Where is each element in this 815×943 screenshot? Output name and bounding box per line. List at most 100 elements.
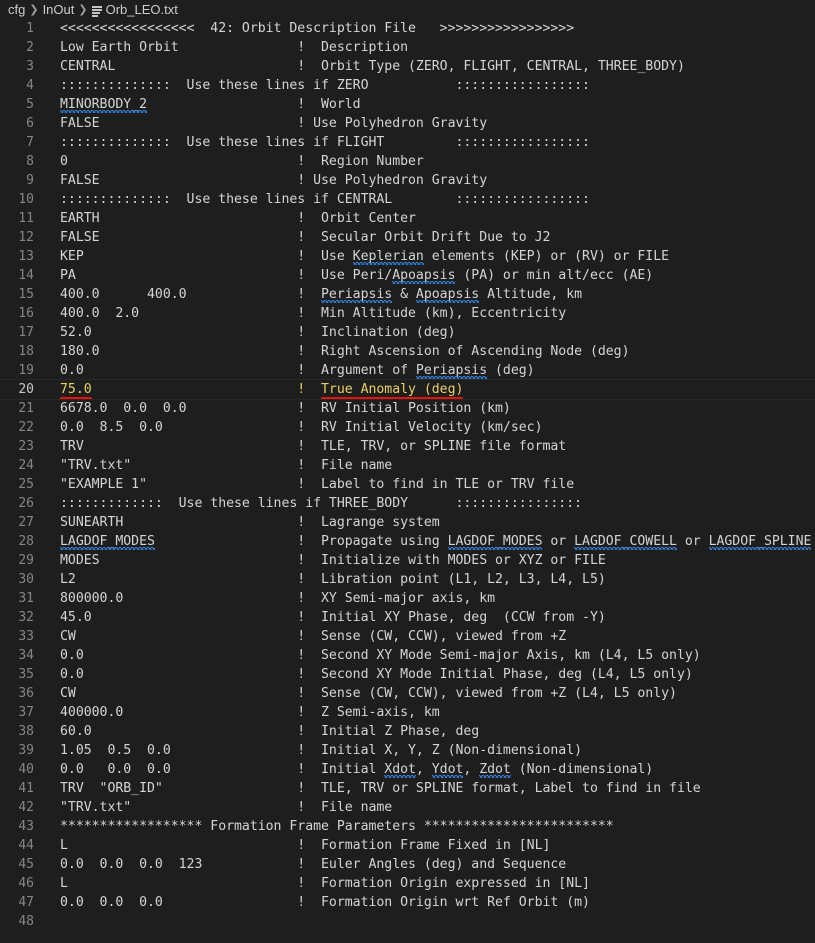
- line-text[interactable]: 0.0 ! Second XY Mode Initial Phase, deg …: [60, 665, 693, 684]
- line-text[interactable]: 400000.0 ! Z Semi-axis, km: [60, 703, 440, 722]
- breadcrumb-item-inout[interactable]: InOut: [43, 2, 75, 17]
- line-text[interactable]: 60.0 ! Initial Z Phase, deg: [60, 722, 479, 741]
- line-text[interactable]: ****************** Formation Frame Param…: [60, 817, 614, 836]
- line-text[interactable]: 0.0 0.0 0.0 ! Formation Origin wrt Ref O…: [60, 893, 590, 912]
- line-text[interactable]: "EXAMPLE 1" ! Label to find in TLE or TR…: [60, 475, 574, 494]
- line-number: 12: [18, 230, 34, 245]
- line-text[interactable]: :::::::::::::: Use these lines if ZERO :…: [60, 76, 590, 95]
- editor-line[interactable]: 5 MINORBODY_2 ! World: [0, 95, 815, 114]
- editor-line[interactable]: 36 CW ! Sense (CW, CCW), viewed from +Z (…: [0, 684, 815, 703]
- line-number: 9: [26, 173, 34, 188]
- line-text[interactable]: 0 ! Region Number: [60, 152, 424, 171]
- line-text[interactable]: L ! Formation Origin expressed in [NL]: [60, 874, 590, 893]
- editor-line[interactable]: 26::::::::::::: Use these lines if THREE…: [0, 494, 815, 513]
- editor-line[interactable]: 6 FALSE ! Use Polyhedron Gravity: [0, 114, 815, 133]
- editor-line[interactable]: 9 FALSE ! Use Polyhedron Gravity: [0, 171, 815, 190]
- line-number: 7: [26, 135, 34, 150]
- editor-line[interactable]: 20 75.0 ! True Anomaly (deg): [0, 379, 815, 400]
- editor-line[interactable]: 29 MODES ! Initialize with MODES or XYZ o…: [0, 551, 815, 570]
- editor-line[interactable]: 7:::::::::::::: Use these lines if FLIGH…: [0, 133, 815, 152]
- editor-line[interactable]: 4:::::::::::::: Use these lines if ZERO …: [0, 76, 815, 95]
- breadcrumb-item-file[interactable]: Orb_LEO.txt: [106, 2, 178, 17]
- line-text[interactable]: TRV "ORB_ID" ! TLE, TRV or SPLINE format…: [60, 779, 701, 798]
- line-text[interactable]: <<<<<<<<<<<<<<<<< 42: Orbit Description …: [60, 19, 574, 38]
- editor-line[interactable]: 33 CW ! Sense (CW, CCW), viewed from +Z: [0, 627, 815, 646]
- line-text[interactable]: SUNEARTH ! Lagrange system: [60, 513, 440, 532]
- editor-line[interactable]: 44 L ! Formation Frame Fixed in [NL]: [0, 836, 815, 855]
- spelling-squiggle: [384, 775, 416, 778]
- editor-line[interactable]: 35 0.0 ! Second XY Mode Initial Phase, de…: [0, 665, 815, 684]
- line-text[interactable]: "TRV.txt" ! File name: [60, 798, 392, 817]
- line-text[interactable]: 800000.0 ! XY Semi-major axis, km: [60, 589, 495, 608]
- line-text[interactable]: 0.0 ! Second XY Mode Semi-major Axis, km…: [60, 646, 701, 665]
- line-text[interactable]: FALSE ! Secular Orbit Drift Due to J2: [60, 228, 550, 247]
- editor-line[interactable]: 2 Low Earth Orbit ! Description: [0, 38, 815, 57]
- editor-line[interactable]: 34 0.0 ! Second XY Mode Semi-major Axis, …: [0, 646, 815, 665]
- line-text[interactable]: 0.0 8.5 0.0 ! RV Initial Velocity (km/se…: [60, 418, 543, 437]
- editor-line[interactable]: 1 <<<<<<<<<<<<<<<<< 42: Orbit Description…: [0, 19, 815, 38]
- line-text[interactable]: L ! Formation Frame Fixed in [NL]: [60, 836, 550, 855]
- line-number: 31: [18, 591, 34, 606]
- editor-line[interactable]: 11 EARTH ! Orbit Center: [0, 209, 815, 228]
- line-text[interactable]: Low Earth Orbit ! Description: [60, 38, 408, 57]
- editor-line[interactable]: 31 800000.0 ! XY Semi-major axis, km: [0, 589, 815, 608]
- editor-line[interactable]: 38 60.0 ! Initial Z Phase, deg: [0, 722, 815, 741]
- line-text[interactable]: :::::::::::::: Use these lines if CENTRA…: [60, 190, 590, 209]
- line-text[interactable]: 0.0 0.0 0.0 123 ! Euler Angles (deg) and…: [60, 855, 566, 874]
- editor-line[interactable]: 28 LAGDOF_MODES ! Propagate using LAGDOF_…: [0, 532, 815, 551]
- line-text[interactable]: TRV ! TLE, TRV, or SPLINE file format: [60, 437, 566, 456]
- line-text[interactable]: 1.05 0.5 0.0 ! Initial X, Y, Z (Non-dime…: [60, 741, 582, 760]
- line-text[interactable]: 180.0 ! Right Ascension of Ascending Nod…: [60, 342, 630, 361]
- editor-line[interactable]: 39 1.05 0.5 0.0 ! Initial X, Y, Z (Non-di…: [0, 741, 815, 760]
- editor-line[interactable]: 15 400.0 400.0 ! Periapsis & Apoapsis Alt…: [0, 285, 815, 304]
- line-text[interactable]: 6678.0 0.0 0.0 ! RV Initial Position (km…: [60, 399, 511, 418]
- editor-line[interactable]: 41 TRV "ORB_ID" ! TLE, TRV or SPLINE form…: [0, 779, 815, 798]
- line-number: 14: [18, 268, 34, 283]
- line-text[interactable]: MODES ! Initialize with MODES or XYZ or …: [60, 551, 606, 570]
- editor-line[interactable]: 45 0.0 0.0 0.0 123 ! Euler Angles (deg) a…: [0, 855, 815, 874]
- editor-line[interactable]: 48: [0, 912, 815, 931]
- line-text[interactable]: CW ! Sense (CW, CCW), viewed from +Z: [60, 627, 566, 646]
- editor-line[interactable]: 24 "TRV.txt" ! File name: [0, 456, 815, 475]
- editor-line[interactable]: 32 45.0 ! Initial XY Phase, deg (CCW from…: [0, 608, 815, 627]
- editor-line[interactable]: 30 L2 ! Libration point (L1, L2, L3, L4, …: [0, 570, 815, 589]
- editor-line[interactable]: 12 FALSE ! Secular Orbit Drift Due to J2: [0, 228, 815, 247]
- line-text[interactable]: ::::::::::::: Use these lines if THREE_B…: [60, 494, 582, 513]
- line-text[interactable]: L2 ! Libration point (L1, L2, L3, L4, L5…: [60, 570, 606, 589]
- editor-line[interactable]: 40 0.0 0.0 0.0 ! Initial Xdot, Ydot, Zdot…: [0, 760, 815, 779]
- line-text[interactable]: LAGDOF_MODES ! Propagate using LAGDOF_MO…: [60, 532, 811, 551]
- line-text[interactable]: EARTH ! Orbit Center: [60, 209, 416, 228]
- line-text[interactable]: 45.0 ! Initial XY Phase, deg (CCW from -…: [60, 608, 606, 627]
- editor-line[interactable]: 19 0.0 ! Argument of Periapsis (deg): [0, 361, 815, 380]
- line-text[interactable]: PA ! Use Peri/Apoapsis (PA) or min alt/e…: [60, 266, 653, 285]
- line-text[interactable]: FALSE ! Use Polyhedron Gravity: [60, 114, 487, 133]
- line-text[interactable]: FALSE ! Use Polyhedron Gravity: [60, 171, 487, 190]
- editor-line[interactable]: 46 L ! Formation Origin expressed in [NL]: [0, 874, 815, 893]
- editor-line[interactable]: 13 KEP ! Use Keplerian elements (KEP) or …: [0, 247, 815, 266]
- editor-line[interactable]: 47 0.0 0.0 0.0 ! Formation Origin wrt Ref…: [0, 893, 815, 912]
- editor-line[interactable]: 25 "EXAMPLE 1" ! Label to find in TLE or …: [0, 475, 815, 494]
- spelling-squiggle: [574, 547, 677, 550]
- line-text[interactable]: CW ! Sense (CW, CCW), viewed from +Z (L4…: [60, 684, 677, 703]
- editor-line[interactable]: 21 6678.0 0.0 0.0 ! RV Initial Position (…: [0, 399, 815, 418]
- editor-line[interactable]: 42 "TRV.txt" ! File name: [0, 798, 815, 817]
- editor-line[interactable]: 14 PA ! Use Peri/Apoapsis (PA) or min alt…: [0, 266, 815, 285]
- editor-line[interactable]: 17 52.0 ! Inclination (deg): [0, 323, 815, 342]
- line-text[interactable]: :::::::::::::: Use these lines if FLIGHT…: [60, 133, 590, 152]
- editor-line[interactable]: 37 400000.0 ! Z Semi-axis, km: [0, 703, 815, 722]
- editor-line[interactable]: 10:::::::::::::: Use these lines if CENT…: [0, 190, 815, 209]
- line-text[interactable]: "TRV.txt" ! File name: [60, 456, 392, 475]
- breadcrumb-item-cfg[interactable]: cfg: [8, 2, 25, 17]
- editor-line[interactable]: 3 CENTRAL ! Orbit Type (ZERO, FLIGHT, CEN…: [0, 57, 815, 76]
- editor-line[interactable]: 27 SUNEARTH ! Lagrange system: [0, 513, 815, 532]
- line-text[interactable]: CENTRAL ! Orbit Type (ZERO, FLIGHT, CENT…: [60, 57, 685, 76]
- editor-line[interactable]: 23 TRV ! TLE, TRV, or SPLINE file format: [0, 437, 815, 456]
- line-text[interactable]: 400.0 2.0 ! Min Altitude (km), Eccentric…: [60, 304, 566, 323]
- editor-line[interactable]: 8 0 ! Region Number: [0, 152, 815, 171]
- line-text[interactable]: 52.0 ! Inclination (deg): [60, 323, 456, 342]
- editor-line[interactable]: 22 0.0 8.5 0.0 ! RV Initial Velocity (km/…: [0, 418, 815, 437]
- editor-line[interactable]: 16 400.0 2.0 ! Min Altitude (km), Eccentr…: [0, 304, 815, 323]
- editor-line[interactable]: 43 ****************** Formation Frame Par…: [0, 817, 815, 836]
- line-text[interactable]: 0.0 0.0 0.0 ! Initial Xdot, Ydot, Zdot (…: [60, 760, 653, 779]
- editor-line[interactable]: 18 180.0 ! Right Ascension of Ascending N…: [0, 342, 815, 361]
